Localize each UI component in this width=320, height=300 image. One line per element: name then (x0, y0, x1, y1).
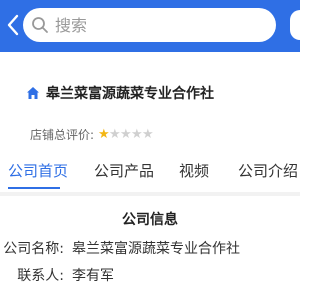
company-name-value: 皋兰菜富源蔬菜专业合作社 (72, 241, 240, 257)
star-icon: ★ (98, 126, 110, 142)
star-icon: ★ (131, 126, 143, 142)
tab-video[interactable]: 视频 (179, 160, 209, 181)
rating-label: 店铺总评价: (30, 127, 95, 142)
home-icon (27, 87, 39, 99)
section-divider (0, 192, 300, 196)
search-input[interactable] (55, 8, 255, 42)
company-name-label: 公司名称: (3, 241, 64, 257)
star-icon: ★ (120, 126, 132, 142)
contact-label: 联系人: (17, 268, 64, 284)
info-row-company-name: 公司名称: 皋兰菜富源蔬菜专业合作社 (2, 238, 240, 258)
search-box[interactable] (23, 8, 276, 42)
star-icon: ★ (109, 126, 121, 142)
tab-products[interactable]: 公司产品 (94, 160, 154, 181)
tab-bar: 公司首页 公司产品 视频 公司介绍 (0, 160, 300, 190)
search-icon (32, 17, 48, 33)
active-tab-indicator (8, 187, 60, 189)
chevron-left-icon[interactable] (6, 14, 20, 36)
shop-header: 皋兰菜富源蔬菜专业合作社 (0, 70, 300, 102)
shop-rating: 店铺总评价: ★ ★ ★ ★ ★ (30, 126, 154, 142)
contact-value: 李有军 (72, 268, 114, 284)
menu-button[interactable] (290, 10, 300, 40)
star-icon: ★ (142, 126, 154, 142)
shop-name: 皋兰菜富源蔬菜专业合作社 (46, 86, 214, 102)
info-row-contact: 联系人: 李有军 (2, 265, 114, 285)
top-bar (0, 0, 300, 52)
rating-stars: ★ ★ ★ ★ ★ (98, 126, 154, 142)
company-info-title: 公司信息 (122, 212, 178, 228)
tab-intro[interactable]: 公司介绍 (238, 160, 298, 181)
tab-home[interactable]: 公司首页 (8, 160, 68, 181)
